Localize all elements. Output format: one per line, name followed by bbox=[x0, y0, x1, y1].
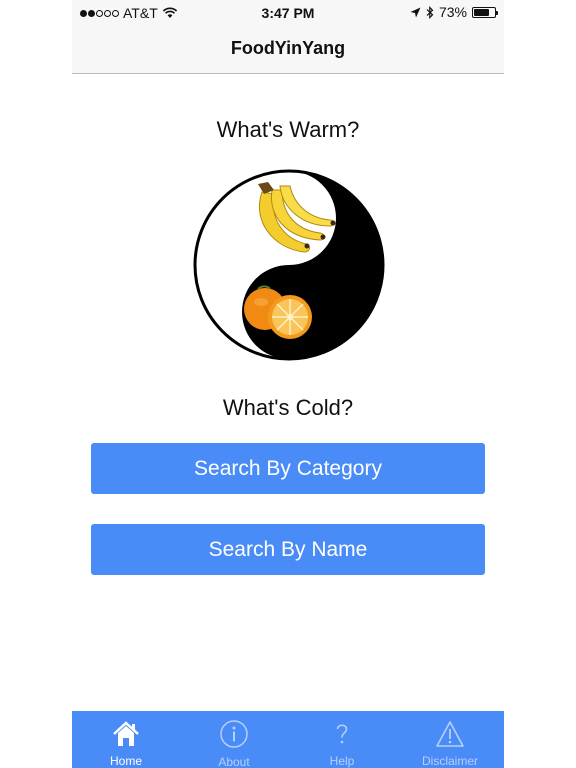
tab-about[interactable]: About bbox=[180, 711, 288, 768]
search-by-name-button[interactable]: Search By Name bbox=[91, 524, 485, 575]
search-by-category-button[interactable]: Search By Category bbox=[91, 443, 485, 494]
location-arrow-icon bbox=[410, 7, 421, 17]
tab-help[interactable]: Help bbox=[288, 711, 396, 768]
tab-help-label: Help bbox=[329, 754, 355, 768]
status-right: 73% bbox=[410, 4, 498, 20]
question-icon bbox=[332, 719, 352, 748]
tab-home[interactable]: Home bbox=[72, 711, 180, 768]
tab-home-label: Home bbox=[109, 754, 142, 768]
tab-disclaimer-label: Disclaimer bbox=[421, 754, 478, 768]
warning-icon bbox=[435, 719, 465, 748]
cold-heading: What's Cold? bbox=[222, 395, 354, 420]
top-bar: AT&T 3:47 PM 73% FoodYinYang bbox=[72, 0, 504, 74]
tab-bar: Home About Help Disclaimer bbox=[72, 711, 504, 768]
battery-percent: 73% bbox=[438, 4, 467, 20]
tab-about-label: About bbox=[218, 755, 250, 768]
yin-yang-food-image bbox=[193, 169, 385, 361]
home-icon bbox=[111, 719, 141, 748]
nav-title: FoodYinYang bbox=[230, 38, 346, 58]
battery-fill bbox=[474, 8, 489, 16]
battery-icon bbox=[472, 6, 498, 18]
app-screen: AT&T 3:47 PM 73% FoodYinYang What's Warm… bbox=[72, 0, 504, 768]
tab-disclaimer[interactable]: Disclaimer bbox=[396, 711, 504, 768]
info-icon bbox=[219, 719, 249, 749]
bluetooth-icon bbox=[426, 5, 434, 19]
warm-heading: What's Warm? bbox=[216, 117, 360, 142]
status-bar: AT&T 3:47 PM 73% bbox=[72, 0, 504, 26]
